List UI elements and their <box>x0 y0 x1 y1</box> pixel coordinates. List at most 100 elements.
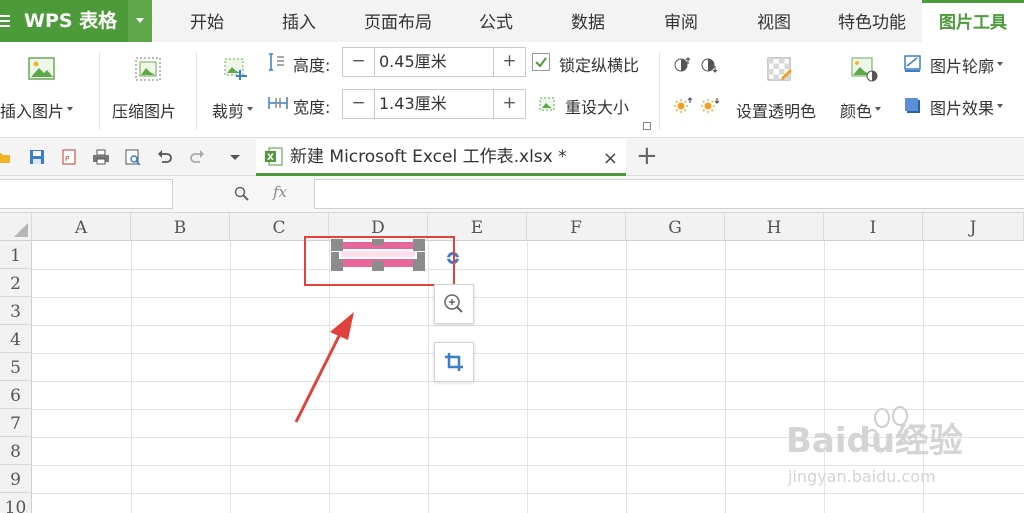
width-decrease-button[interactable]: − <box>343 90 375 118</box>
height-icon <box>269 53 284 71</box>
gridline <box>131 241 132 513</box>
app-menu-button[interactable]: WPS 表格 <box>0 0 128 42</box>
picture-color-button[interactable]: 颜色 <box>840 98 882 122</box>
column-header-b[interactable]: B <box>131 213 230 241</box>
tab-page-layout[interactable]: 页面布局 <box>350 0 446 42</box>
tab-special-features[interactable]: 特色功能 <box>825 0 919 42</box>
gridline <box>527 241 528 513</box>
new-tab-icon[interactable]: + <box>636 142 658 170</box>
insert-picture-icon[interactable] <box>28 56 56 82</box>
tab-picture-tools[interactable]: 图片工具 <box>922 0 1024 42</box>
ribbon-panel: 插入图片 压缩图片 裁剪 高度: − 0.45厘米 + 宽度: − 1.43厘米… <box>0 42 1024 138</box>
column-header-j[interactable]: J <box>923 213 1024 241</box>
formula-input[interactable] <box>314 179 1024 209</box>
svg-text:X: X <box>267 153 274 163</box>
app-menu-dropdown[interactable] <box>128 0 152 42</box>
contrast-up-icon[interactable] <box>673 56 691 74</box>
height-decrease-button[interactable]: − <box>343 48 375 76</box>
height-input[interactable]: 0.45厘米 <box>379 48 447 76</box>
row-header-5[interactable]: 5 <box>0 353 32 381</box>
tab-home[interactable]: 开始 <box>168 0 246 42</box>
set-transparent-color-icon[interactable] <box>766 56 794 84</box>
row-header-3[interactable]: 3 <box>0 297 32 325</box>
close-tab-icon[interactable]: × <box>603 148 618 169</box>
width-stepper[interactable]: − 1.43厘米 + <box>342 89 526 119</box>
formula-bar: fx <box>0 176 1024 213</box>
open-folder-icon[interactable] <box>0 148 12 166</box>
gridline <box>32 381 1024 382</box>
height-label: 高度: <box>293 56 331 75</box>
picture-effects-button[interactable]: 图片效果 <box>930 95 1004 119</box>
width-icon <box>268 97 288 109</box>
column-header-i[interactable]: I <box>824 213 923 241</box>
compress-picture-icon[interactable] <box>134 56 162 82</box>
customize-toolbar-icon[interactable] <box>228 150 246 168</box>
select-all-corner[interactable] <box>0 213 32 241</box>
row-header-8[interactable]: 8 <box>0 437 32 465</box>
lock-ratio-checkbox[interactable] <box>532 53 550 71</box>
picture-color-icon[interactable] <box>851 56 879 82</box>
crop-button[interactable]: 裁剪 <box>212 98 254 122</box>
tab-insert[interactable]: 插入 <box>263 0 335 42</box>
reset-size-button[interactable]: 重设大小 <box>565 94 629 118</box>
gridline <box>725 241 726 513</box>
height-increase-button[interactable]: + <box>493 48 525 76</box>
dialog-launcher-icon[interactable] <box>643 122 651 130</box>
column-header-h[interactable]: H <box>725 213 824 241</box>
divider <box>196 52 197 130</box>
brightness-up-icon[interactable] <box>673 96 693 114</box>
tab-formulas[interactable]: 公式 <box>460 0 532 42</box>
document-tab[interactable]: X 新建 Microsoft Excel 工作表.xlsx * × <box>256 139 626 176</box>
redo-icon[interactable] <box>188 148 206 166</box>
zoom-picture-button[interactable] <box>434 284 474 324</box>
save-icon[interactable] <box>28 148 46 166</box>
insert-function-icon[interactable]: fx <box>273 183 287 201</box>
tab-view[interactable]: 视图 <box>738 0 810 42</box>
column-header-a[interactable]: A <box>32 213 131 241</box>
svg-text:P: P <box>65 155 69 163</box>
width-increase-button[interactable]: + <box>493 90 525 118</box>
row-header-2[interactable]: 2 <box>0 269 32 297</box>
reset-size-icon[interactable] <box>537 95 557 113</box>
gridline <box>32 493 1024 494</box>
undo-icon[interactable] <box>156 148 174 166</box>
row-header-4[interactable]: 4 <box>0 325 32 353</box>
print-preview-icon[interactable] <box>124 148 142 166</box>
row-header-7[interactable]: 7 <box>0 409 32 437</box>
width-input[interactable]: 1.43厘米 <box>379 90 447 118</box>
column-header-f[interactable]: F <box>527 213 626 241</box>
column-header-row: A B C D E F G H I J <box>0 213 1024 241</box>
name-box[interactable] <box>0 179 173 209</box>
width-label: 宽度: <box>293 98 331 117</box>
contrast-down-icon[interactable] <box>700 56 718 74</box>
picture-outline-button[interactable]: 图片轮廓 <box>930 53 1004 77</box>
row-header-9[interactable]: 9 <box>0 465 32 493</box>
tab-data[interactable]: 数据 <box>552 0 624 42</box>
column-header-g[interactable]: G <box>626 213 725 241</box>
corner-triangle-icon <box>14 223 28 237</box>
zoom-function-icon[interactable] <box>234 186 250 202</box>
row-header-10[interactable]: 10 <box>0 493 32 513</box>
picture-effects-icon[interactable] <box>904 97 922 115</box>
height-stepper[interactable]: − 0.45厘米 + <box>342 47 526 77</box>
picture-outline-icon[interactable] <box>904 55 922 73</box>
tab-review[interactable]: 审阅 <box>645 0 717 42</box>
export-pdf-icon[interactable]: P <box>60 148 78 166</box>
crop-picture-button[interactable] <box>434 342 474 382</box>
lock-ratio-label[interactable]: 锁定纵横比 <box>559 52 639 76</box>
gridline <box>32 353 1024 354</box>
crop-icon <box>445 353 463 371</box>
set-transparent-color-button[interactable]: 设置透明色 <box>736 98 816 122</box>
row-header-6[interactable]: 6 <box>0 381 32 409</box>
crop-icon[interactable] <box>222 56 250 84</box>
gridline <box>32 325 1024 326</box>
print-icon[interactable] <box>92 148 110 166</box>
insert-picture-button[interactable]: 插入图片 <box>0 98 74 122</box>
baidu-watermark: Baidu经验 jingyan.baidu.com <box>786 402 1016 492</box>
compress-picture-button[interactable]: 压缩图片 <box>112 98 176 122</box>
brightness-down-icon[interactable] <box>700 96 720 114</box>
menu-icon <box>0 12 10 28</box>
gridline <box>626 241 627 513</box>
row-header-1[interactable]: 1 <box>0 241 32 269</box>
svg-text:Baidu经验: Baidu经验 <box>786 421 963 461</box>
